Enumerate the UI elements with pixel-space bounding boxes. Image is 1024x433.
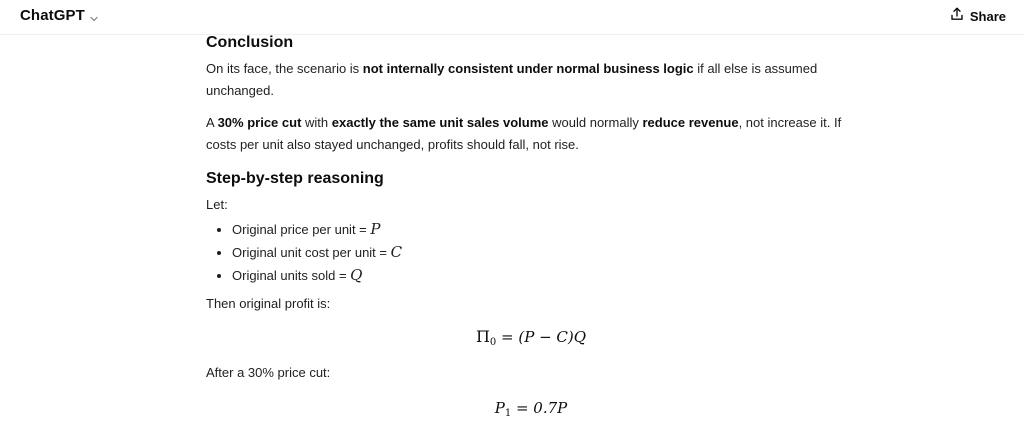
chevron-down-icon [89,11,99,21]
share-button[interactable]: Share [950,7,1006,26]
equation-new-price: P1 = 0.7P [494,399,568,419]
conclusion-paragraph-2: A 30% price cut with exactly the same un… [206,115,842,152]
after-cut-label: After a 30% price cut: [206,365,331,380]
model-selector[interactable]: ChatGPT [20,7,99,24]
conclusion-paragraph-1: On its face, the scenario is not interna… [206,61,818,98]
equation-original-profit: Π0 = (P − C)Q [475,327,587,348]
list-item: Original unit cost per unit = C [232,241,856,264]
conclusion-heading: Conclusion [206,34,294,51]
list-item: Original units sold = Q [232,264,856,287]
list-item: Original price per unit = P [232,218,856,241]
top-bar: ChatGPT Share [0,0,1024,35]
assistant-message: Conclusion On its face, the scenario is … [206,34,856,419]
let-label: Let: [206,197,228,212]
share-upload-icon [950,7,964,26]
share-label: Share [969,9,1006,24]
app-title: ChatGPT [20,7,85,24]
reasoning-heading: Step-by-step reasoning [206,170,384,187]
profit-intro: Then original profit is: [206,296,331,311]
variable-list: Original price per unit = P Original uni… [206,218,856,287]
